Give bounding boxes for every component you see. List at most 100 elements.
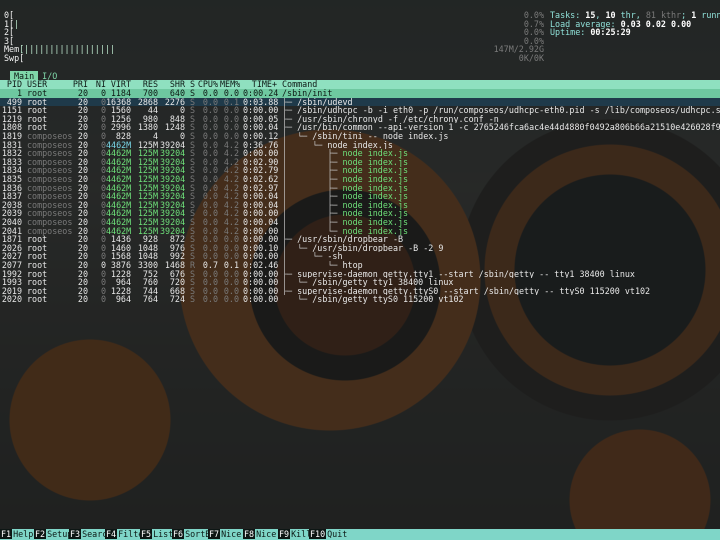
function-key-code: F3 xyxy=(69,529,82,539)
process-command: -sh xyxy=(327,252,343,261)
process-command: /sbin/getty tty1 38400 linux xyxy=(312,278,454,287)
process-priority: 20 xyxy=(77,294,88,305)
process-command-cell: │ └─ /sbin/tini -- node index.js xyxy=(282,132,720,141)
process-tree-branch: │ ├─ xyxy=(282,149,343,158)
process-command: /sbin/init xyxy=(282,89,333,98)
process-tree-branch: ├─ xyxy=(282,97,298,107)
process-command-cell: ├─ /usr/sbin/dropbear -B xyxy=(282,235,720,244)
process-command-cell: │ └─ node index.js xyxy=(282,227,720,236)
process-command: /sbin/tini -- node index.js xyxy=(312,132,449,141)
function-key-list[interactable]: F5 List xyxy=(140,529,174,540)
function-key-code: F10 xyxy=(309,529,327,539)
function-key-code: F5 xyxy=(140,529,153,539)
process-command: node index.js xyxy=(342,226,409,236)
process-tree-branch: │ └─ xyxy=(282,278,313,287)
process-row[interactable]: 2027 root 20 0 1568 1048 992 S 0.0 0.0 0:00.00 │ └─… xyxy=(0,252,720,261)
function-key-kill[interactable]: F9 Kill xyxy=(278,529,312,540)
uptime-label: Uptime: xyxy=(550,27,591,38)
process-tree-branch: │ ├─ xyxy=(282,183,343,193)
column-command[interactable]: Command xyxy=(282,80,317,89)
function-key-code: F9 xyxy=(278,529,291,539)
process-command-cell: │ ├─ node index.js xyxy=(282,184,720,193)
process-tree-branch: │ ├─ xyxy=(282,166,343,175)
process-shr: 724 xyxy=(169,294,185,305)
swap-meter-label: Swp xyxy=(4,53,20,63)
process-row[interactable]: 1151 root 20 0 1560 44 0 S 0.0 0.0 0:00.00 ├─ /sbin… xyxy=(0,106,720,115)
process-tree-branch: ├─ xyxy=(282,123,298,132)
process-command-cell: ├─ /sbin/udhcpc -b -i eth0 -p /run/compo… xyxy=(282,106,720,115)
process-row[interactable]: 2026 root 20 0 1460 1048 976 S 0.0 0.0 0:00.10 │ └─… xyxy=(0,244,720,253)
process-tree-branch: └─ xyxy=(282,295,313,304)
process-row[interactable]: 2041 composeos 20 0 4462M 125M 39204 S 0.0 4.2 0:0… xyxy=(0,226,720,236)
process-tree-branch: ├─ xyxy=(282,235,298,244)
function-key-help[interactable]: F1 Help xyxy=(0,529,34,540)
process-command: /sbin/udevd xyxy=(297,97,353,107)
function-key-label: Quit xyxy=(327,529,348,539)
process-tree-branch: │ └─ xyxy=(282,226,343,236)
process-row[interactable]: 1992 root 20 0 1228 752 676 S 0.0 0.0 0:00.00 ├─ su… xyxy=(0,269,720,279)
swap-meter-bar: [ xyxy=(19,53,25,63)
process-command: /usr/sbin/dropbear -B -2 9 xyxy=(312,243,444,253)
process-command-cell: │ └─ -sh xyxy=(282,252,720,261)
process-command: node index.js xyxy=(342,200,409,210)
swap-meter: Swp[ xyxy=(4,54,24,63)
process-command-cell: │ └─ /usr/sbin/dropbear -B -2 9 xyxy=(282,244,720,253)
process-row[interactable]: 2019 root 20 0 1228 744 668 S 0.0 0.0 0:00.00 ├─ su… xyxy=(0,287,720,296)
process-command: htop xyxy=(342,261,363,270)
process-command: node index.js xyxy=(342,175,409,184)
process-command-cell: │ └─ htop xyxy=(282,261,720,270)
process-command-cell: ├─ supervise-daemon getty.ttyS0 --start … xyxy=(282,287,720,296)
process-command-cell: ├─ /usr/sbin/chronyd -f /etc/chrony.conf… xyxy=(282,115,720,124)
memory-meter-bar: [|||||||||||||||||| xyxy=(19,44,115,55)
process-command-cell: │ ├─ node index.js xyxy=(282,209,720,218)
process-cpu: 0.0 xyxy=(202,294,218,305)
process-row[interactable]: 2020 root 20 0 964 764 724 S 0.0 0.0 0:00.00 └─ /s… xyxy=(0,295,720,304)
process-tree-branch: ├─ xyxy=(282,114,298,124)
process-command-cell: │ ├─ node index.js xyxy=(282,175,720,184)
process-command: node index.js xyxy=(327,140,393,150)
process-command-cell: │ ├─ node index.js xyxy=(282,218,720,227)
process-tree-branch: ├─ xyxy=(282,286,298,296)
process-tree-branch: ├─ xyxy=(282,106,298,115)
process-row[interactable]: 1219 root 20 0 1256 980 848 S 0.0 0.0 0:00.05 ├─ /u… xyxy=(0,115,720,124)
function-key-quit[interactable]: F10 Quit xyxy=(309,529,348,540)
function-key-code: F4 xyxy=(105,529,118,539)
function-key-code: F2 xyxy=(34,529,47,539)
function-key-label: Help xyxy=(13,529,34,539)
process-command: supervise-daemon getty.ttyS0 --start /sb… xyxy=(297,286,651,296)
process-command-cell: ├─ supervise-daemon getty.tty1 --start /… xyxy=(282,270,720,279)
process-row[interactable]: 1993 root 20 0 964 760 720 S 0.0 0.0 0:00.00 │ └─ /… xyxy=(0,278,720,287)
process-command-cell: │ ├─ node index.js xyxy=(282,201,720,210)
process-command-cell: │ └─ node index.js xyxy=(282,141,720,150)
process-tree-branch: │ └─ xyxy=(282,140,328,150)
process-row[interactable]: 2077 root 20 0 3876 3300 1468 R 0.7 0.1 0:02.46 │ └… xyxy=(0,261,720,270)
function-key-code: F1 xyxy=(0,529,13,539)
column-header: PID USER PRI NI VIRT RES SHR S CPU% MEM%… xyxy=(0,80,720,89)
process-command: node index.js xyxy=(342,192,409,201)
process-time: 0:00.00 xyxy=(243,294,279,305)
process-tree-branch: │ └─ xyxy=(282,243,313,253)
process-command: node index.js xyxy=(342,209,409,218)
process-command: /usr/bin/common --api-version 1 -c 27652… xyxy=(297,123,720,132)
process-virt: 964 xyxy=(115,294,131,305)
process-row[interactable]: 1808 root 20 0 2996 1380 1248 S 0.0 0.0 0:00.04 ├─ … xyxy=(0,123,720,132)
process-row[interactable]: 1871 root 20 0 1436 928 872 S 0.0 0.0 0:00.00 ├─ /u… xyxy=(0,235,720,244)
process-row[interactable]: 499 root 20 0 16368 2868 2276 S 0.0 0.1 0:03.88 ├─ … xyxy=(0,97,720,107)
process-tree-branch: │ ├─ xyxy=(282,175,343,184)
process-command: node index.js xyxy=(342,166,409,175)
process-command-cell: │ └─ /sbin/getty tty1 38400 linux xyxy=(282,278,720,287)
process-tree-branch: │ ├─ xyxy=(282,157,343,167)
uptime: Uptime: 00:25:29 xyxy=(550,28,631,37)
process-tree-branch: │ ├─ xyxy=(282,218,343,227)
function-key-code: F8 xyxy=(243,529,256,539)
process-command-cell: │ ├─ node index.js xyxy=(282,149,720,158)
process-mem: 0.0 xyxy=(223,294,239,305)
function-key-code: F7 xyxy=(208,529,221,539)
process-command: node index.js xyxy=(342,218,409,227)
function-key-setup[interactable]: F2 Setup xyxy=(34,529,73,540)
process-command: supervise-daemon getty.tty1 --start /sbi… xyxy=(297,269,635,279)
process-res: 764 xyxy=(142,294,158,305)
process-user: root xyxy=(27,294,48,305)
process-tree-branch: │ └─ xyxy=(282,261,343,270)
uptime-value: 00:25:29 xyxy=(590,27,631,38)
